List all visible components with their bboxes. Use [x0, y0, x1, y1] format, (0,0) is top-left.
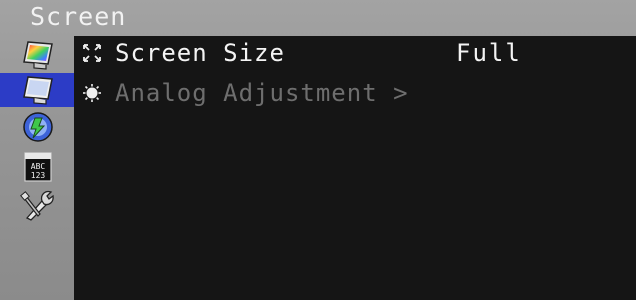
- screen-size-label: Screen Size: [115, 39, 285, 67]
- color-adjust-icon: [23, 41, 53, 70]
- menu-panel: Screen Size Full Analog Adjustment >: [74, 36, 636, 300]
- svg-text:ABC: ABC: [31, 162, 46, 171]
- expand-arrows-icon: [82, 43, 102, 63]
- analog-adjustment-label: Analog Adjustment >: [115, 79, 409, 107]
- sidebar-item-power[interactable]: [18, 110, 58, 144]
- title-bar: Screen: [0, 0, 636, 36]
- menu-row-screen-size[interactable]: Screen Size Full: [74, 36, 636, 70]
- svg-text:123: 123: [31, 171, 46, 180]
- menu-title: Screen: [30, 2, 127, 31]
- power-manager-icon: [23, 112, 53, 142]
- sidebar-item-color[interactable]: [18, 38, 58, 72]
- screen-icon: [23, 76, 53, 105]
- sidebar-item-screen[interactable]: [0, 73, 74, 107]
- sidebar-item-language[interactable]: ABC 123: [18, 150, 58, 184]
- menu-row-analog-adjustment[interactable]: Analog Adjustment >: [74, 76, 636, 110]
- tools-icon: [20, 190, 54, 221]
- language-icon: ABC 123: [24, 152, 52, 182]
- sidebar: ABC 123: [0, 36, 74, 300]
- screen-size-value[interactable]: Full: [456, 38, 522, 68]
- sidebar-item-tools[interactable]: [18, 188, 58, 222]
- osd-menu: Screen ABC 123 Screen Size Full Analog A…: [0, 0, 636, 300]
- analog-adjust-icon: [82, 83, 102, 103]
